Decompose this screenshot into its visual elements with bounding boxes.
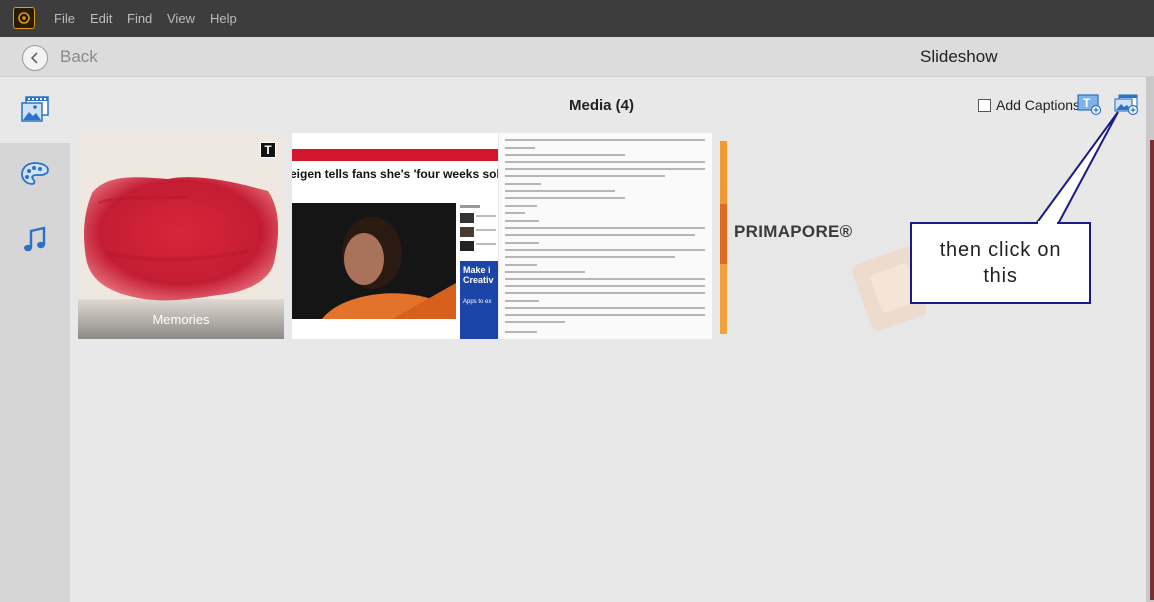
menu-edit[interactable]: Edit [90, 11, 112, 26]
page-title: Slideshow [920, 47, 998, 66]
callout-text: then click on this [939, 239, 1062, 287]
media-thumbnail-news-article[interactable]: eigen tells fans she's 'four weeks sobe … [292, 133, 498, 339]
back-label[interactable]: Back [60, 47, 98, 67]
menu-file[interactable]: File [54, 11, 75, 26]
media-icon[interactable] [18, 94, 52, 124]
media-thumbnail-document[interactable] [499, 133, 712, 339]
theme-palette-icon[interactable] [19, 160, 51, 188]
media-thumbnail-memories[interactable]: T Memories [78, 133, 284, 339]
panel-edge-accent [1150, 140, 1154, 600]
add-captions-label[interactable]: Add Captions [996, 97, 1080, 113]
article-red-banner [292, 149, 498, 161]
add-captions-checkbox[interactable] [978, 99, 991, 112]
brand-name: PRIMAPORE® [734, 222, 853, 241]
menu-find[interactable]: Find [127, 11, 152, 26]
back-button[interactable] [22, 45, 48, 71]
article-advert: Make i Creativ Apps to ex [460, 261, 498, 339]
document-text-image [499, 133, 712, 339]
add-text-slide-icon[interactable]: T [1077, 94, 1103, 116]
add-media-icon[interactable] [1114, 94, 1140, 116]
article-photo [292, 203, 456, 319]
media-thumbnail-primapore[interactable]: PRIMAPORE® [720, 133, 926, 339]
thumbnail-caption: Memories [152, 312, 210, 327]
menu-bar: File Edit Find View Help [0, 0, 1154, 37]
callout-box: then click on this [910, 222, 1091, 304]
article-nav-strip [292, 133, 498, 145]
chevron-left-icon [30, 52, 38, 64]
menu-view[interactable]: View [167, 11, 195, 26]
article-headline: eigen tells fans she's 'four weeks sobe [292, 167, 498, 181]
media-count-title: Media (4) [569, 97, 635, 114]
menu-help[interactable]: Help [210, 11, 237, 26]
svg-text:T: T [1083, 96, 1091, 110]
app-logo-icon [13, 7, 35, 29]
left-sidebar [0, 77, 70, 602]
music-icon[interactable] [22, 225, 48, 255]
text-badge-icon: T [260, 142, 276, 158]
